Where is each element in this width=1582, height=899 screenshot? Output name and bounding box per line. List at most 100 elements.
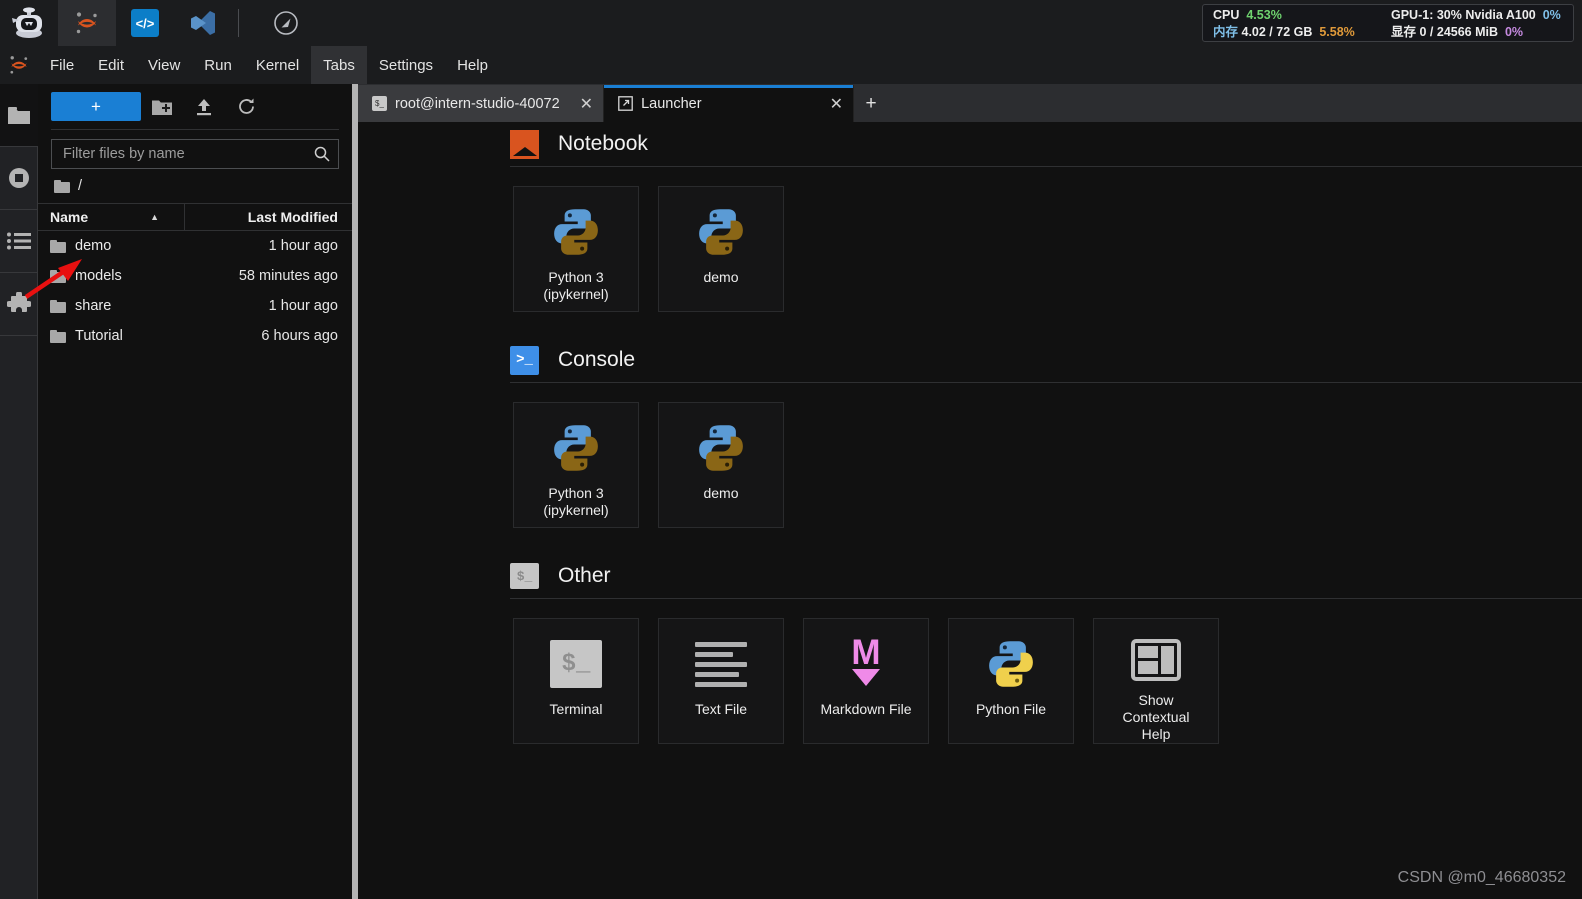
card-label-line: Python File	[975, 701, 1047, 717]
card-label-line: Text File	[694, 701, 748, 717]
folder-icon	[50, 329, 66, 343]
menu-label: Tabs	[323, 56, 355, 74]
folder-icon	[8, 107, 30, 124]
close-icon[interactable]: ✕	[580, 94, 593, 114]
tab-terminal[interactable]: $_ root@intern-studio-40072 ✕	[358, 85, 605, 122]
console-cards: Python 3 (ipykernel) demo	[358, 383, 1582, 528]
upload-button[interactable]	[183, 90, 225, 124]
refresh-icon	[238, 98, 254, 114]
card-console-python3[interactable]: Python 3 (ipykernel)	[513, 402, 639, 528]
new-launcher-button[interactable]: +	[51, 92, 141, 121]
refresh-button[interactable]	[225, 90, 267, 124]
puzzle-icon	[7, 292, 31, 312]
cpu-label: CPU	[1213, 8, 1240, 22]
jupyter-logo-icon[interactable]	[58, 0, 116, 46]
tab-label: Launcher	[641, 95, 702, 112]
compass-icon[interactable]	[257, 0, 315, 46]
memory-label: 内存	[1213, 25, 1239, 39]
table-row[interactable]: share 1 hour ago	[38, 291, 352, 321]
menu-label: Run	[204, 56, 232, 74]
card-notebook-demo[interactable]: demo	[658, 186, 784, 312]
terminal-dollar-icon: $_	[548, 636, 604, 692]
sidebar-item-file-browser[interactable]	[0, 84, 38, 147]
card-label-line: Terminal	[549, 701, 603, 717]
table-row[interactable]: models 58 minutes ago	[38, 261, 352, 291]
card-label: Terminal	[546, 701, 607, 718]
system-top-bar: </> CPU 4.53% GPU-1: 30% Nvidia A100 0%	[0, 0, 1582, 46]
memory-percent: 5.58%	[1319, 25, 1355, 39]
folder-icon	[54, 179, 70, 193]
table-row[interactable]: demo 1 hour ago	[38, 231, 352, 261]
card-console-demo[interactable]: demo	[658, 402, 784, 528]
card-label: Python 3 (ipykernel)	[539, 485, 612, 519]
sidebar-item-running-sessions[interactable]	[0, 147, 38, 210]
code-server-icon[interactable]: </>	[116, 0, 174, 46]
card-label: Python 3 (ipykernel)	[539, 269, 612, 303]
file-browser-toolbar: +	[38, 84, 352, 129]
menu-item-run[interactable]: Run	[192, 46, 244, 84]
launcher-section-console: >_ Console	[358, 338, 1582, 382]
menu-label: Edit	[98, 56, 125, 74]
new-folder-icon	[152, 100, 172, 115]
menu-item-edit[interactable]: Edit	[86, 46, 136, 84]
menu-bar: File Edit View Run Kernel Tabs Settings …	[0, 46, 1582, 84]
tab-launcher[interactable]: Launcher ✕	[604, 85, 855, 122]
menu-label: View	[148, 56, 181, 74]
file-filter-container[interactable]	[51, 139, 339, 169]
python-kernel-icon	[548, 204, 604, 260]
menu-item-tabs[interactable]: Tabs	[311, 46, 367, 84]
vram-label: 显存	[1391, 25, 1417, 39]
menu-item-settings[interactable]: Settings	[367, 46, 445, 84]
card-label: Show Contextual Help	[1119, 692, 1194, 743]
vscode-icon[interactable]	[174, 0, 232, 46]
table-row[interactable]: Tutorial 6 hours ago	[38, 321, 352, 351]
card-show-contextual-help[interactable]: Show Contextual Help	[1093, 618, 1219, 744]
gpu-value: 0%	[1542, 8, 1561, 22]
close-icon[interactable]: ✕	[830, 94, 843, 114]
section-title: Other	[558, 564, 611, 587]
column-header-name[interactable]: Name ▲	[38, 209, 184, 225]
card-label-line: Python 3	[548, 269, 604, 285]
watermark: CSDN @m0_46680352	[1397, 869, 1566, 886]
menu-item-view[interactable]: View	[136, 46, 192, 84]
card-markdown-file[interactable]: M Markdown File	[803, 618, 929, 744]
file-modified: 1 hour ago	[268, 238, 338, 254]
new-folder-button[interactable]	[141, 90, 183, 124]
card-label-line: Python 3	[548, 485, 604, 501]
card-python-file[interactable]: Python File	[948, 618, 1074, 744]
list-icon	[7, 232, 31, 250]
column-label: Name	[50, 209, 89, 225]
card-label-line: Contextual	[1122, 709, 1190, 725]
sidebar-item-extension-manager[interactable]	[0, 273, 38, 336]
card-terminal[interactable]: $_ Terminal	[513, 618, 639, 744]
column-header-last-modified[interactable]: Last Modified	[184, 203, 352, 231]
folder-icon	[50, 299, 66, 313]
card-label-line: Markdown File	[820, 701, 912, 717]
card-label: Text File	[691, 701, 751, 718]
new-tab-button[interactable]: +	[854, 85, 888, 122]
card-label-line: demo	[703, 269, 739, 285]
menu-label: Help	[457, 56, 488, 74]
robot-logo-icon[interactable]	[0, 0, 58, 46]
card-text-file[interactable]: Text File	[658, 618, 784, 744]
launcher-section-notebook: Notebook	[358, 122, 1582, 166]
card-label-line: Help	[1141, 726, 1171, 742]
sidebar-item-table-of-contents[interactable]	[0, 210, 38, 273]
file-name: demo	[75, 238, 112, 254]
breadcrumb[interactable]: /	[38, 169, 352, 203]
launcher-panel: Notebook Python 3 (ipykernel) demo >_ Co…	[358, 122, 1582, 899]
menu-item-help[interactable]: Help	[445, 46, 500, 84]
menu-item-kernel[interactable]: Kernel	[244, 46, 311, 84]
card-notebook-python3[interactable]: Python 3 (ipykernel)	[513, 186, 639, 312]
text-file-icon	[693, 636, 749, 692]
menu-label: Settings	[378, 56, 434, 74]
other-cards: $_ Terminal Text File M Markdown File Py…	[358, 599, 1582, 744]
terminal-dollar-icon: $_	[510, 563, 539, 589]
card-label: demo	[699, 485, 742, 502]
search-input[interactable]	[63, 146, 314, 162]
file-name: share	[75, 298, 112, 314]
python-kernel-icon	[548, 420, 604, 476]
menu-item-file[interactable]: File	[38, 46, 86, 84]
search-icon	[314, 146, 330, 162]
file-modified: 6 hours ago	[261, 328, 338, 344]
